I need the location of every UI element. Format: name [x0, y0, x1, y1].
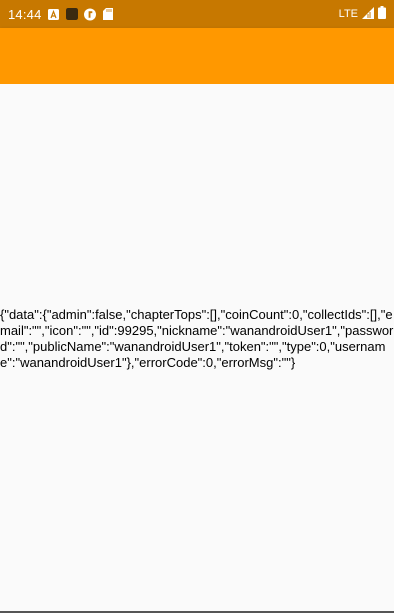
app-bar: [0, 28, 394, 84]
network-type: LTE: [338, 8, 358, 20]
status-time: 14:44: [8, 6, 42, 22]
flutter-notification-icon: [83, 8, 96, 20]
main-content: {"data":{"admin":false,"chapterTops":[],…: [0, 84, 394, 612]
square-notification-icon: [65, 8, 78, 20]
status-right: LTE: [339, 6, 386, 22]
status-bar: 14:44 LTE: [0, 0, 394, 28]
sd-card-icon: [102, 8, 114, 20]
signal-icon: [362, 6, 374, 22]
battery-icon: [378, 6, 386, 22]
a-notification-icon: [48, 8, 60, 20]
status-left: 14:44: [8, 7, 114, 22]
response-text: {"data":{"admin":false,"chapterTops":[],…: [0, 307, 394, 370]
